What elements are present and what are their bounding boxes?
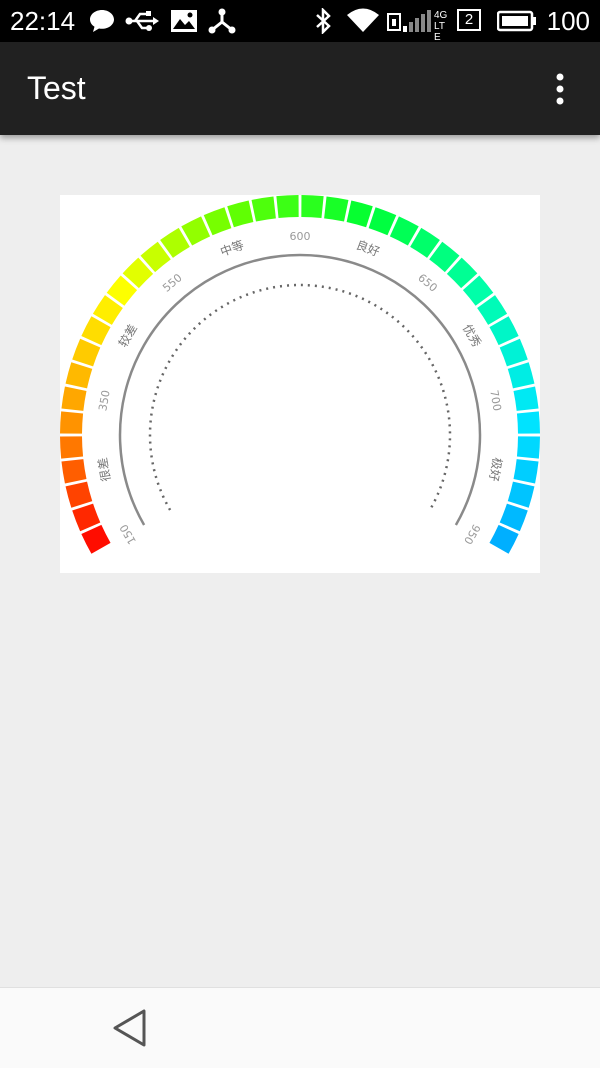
- gauge-grade-label: 良好: [354, 237, 382, 259]
- gauge-segment: [227, 200, 254, 228]
- gauge-segment: [72, 503, 101, 532]
- image-icon: [171, 10, 197, 32]
- gauge-segment: [65, 362, 93, 389]
- battery-icon: [497, 10, 536, 32]
- gauge-grade-label: 极好: [487, 456, 505, 482]
- gauge-segment: [60, 436, 84, 459]
- sim-icon: [387, 13, 401, 31]
- sim-slot-icon: 2: [457, 9, 481, 31]
- gauge-tick-label: 650: [415, 271, 439, 294]
- gauge-segment: [346, 200, 373, 228]
- gauge-segment: [499, 503, 528, 532]
- gauge-labels: 150 350 550 600 650 700 950 很差 较差 中等 良好优秀极好: [96, 230, 505, 547]
- gauge-segment: [61, 386, 87, 411]
- status-time: 22:14: [10, 6, 76, 36]
- gauge-segment: [368, 207, 397, 236]
- gauge-tick-label: 550: [160, 271, 184, 294]
- battery-percentage: 100: [546, 6, 590, 36]
- gauge-tick-label: 150: [117, 522, 139, 547]
- wifi-icon: [347, 8, 379, 32]
- gauge-segment: [61, 459, 87, 484]
- gauge-grade-label: 中等: [218, 237, 246, 259]
- gauge-segment: [513, 459, 539, 484]
- gauge-tick-label: 950: [461, 522, 483, 547]
- gauge-grade-label: 较差: [115, 321, 140, 349]
- more-vert-icon[interactable]: [548, 72, 572, 106]
- gauge-grade-label: 很差: [96, 456, 114, 482]
- app-title: Test: [27, 70, 86, 106]
- gauge-segment: [499, 338, 528, 367]
- gauge-progress-dotted-arc: [148, 283, 452, 511]
- gauge-segment: [60, 411, 84, 434]
- gauge-segment: [81, 524, 111, 554]
- gauge-inner-arc: [118, 253, 482, 526]
- navigation-bar: [0, 987, 600, 1068]
- gauge-segment: [72, 338, 101, 367]
- gauge-segment: [507, 481, 535, 508]
- bluetooth-icon: [316, 8, 331, 34]
- gauge-segment: [516, 411, 540, 434]
- gauge-segment: [489, 524, 519, 554]
- back-triangle-icon[interactable]: [108, 1006, 152, 1050]
- gauge-tick-label: 350: [96, 389, 112, 412]
- gauge-segment: [203, 207, 232, 236]
- status-bar: 22:14 4G LTE 2 100: [0, 0, 600, 43]
- usb-icon: [125, 11, 159, 31]
- gauge-segment: [516, 436, 540, 459]
- signal-icon: [403, 10, 431, 32]
- credit-score-gauge: 150 350 550 600 650 700 950 很差 较差 中等 良好优秀极好: [60, 195, 540, 554]
- gauge-segment: [276, 195, 299, 219]
- gauge-segment: [301, 195, 324, 219]
- gauge-segment: [507, 362, 535, 389]
- share-icon: [208, 8, 236, 34]
- gauge-tick-label: 600: [290, 230, 311, 243]
- network-type-label: 4G LTE: [434, 10, 448, 43]
- gauge-card: 150 350 550 600 650 700 950 很差 较差 中等 良好优秀极好: [60, 195, 540, 573]
- chat-icon: [90, 10, 114, 32]
- gauge-segment: [324, 196, 349, 222]
- app-bar: Test: [0, 42, 600, 135]
- gauge-grade-label: 优秀: [460, 322, 484, 350]
- gauge-tick-label: 700: [487, 389, 503, 412]
- gauge-segment: [251, 196, 276, 222]
- gauge-segment: [65, 481, 93, 508]
- gauge-segment: [513, 386, 539, 411]
